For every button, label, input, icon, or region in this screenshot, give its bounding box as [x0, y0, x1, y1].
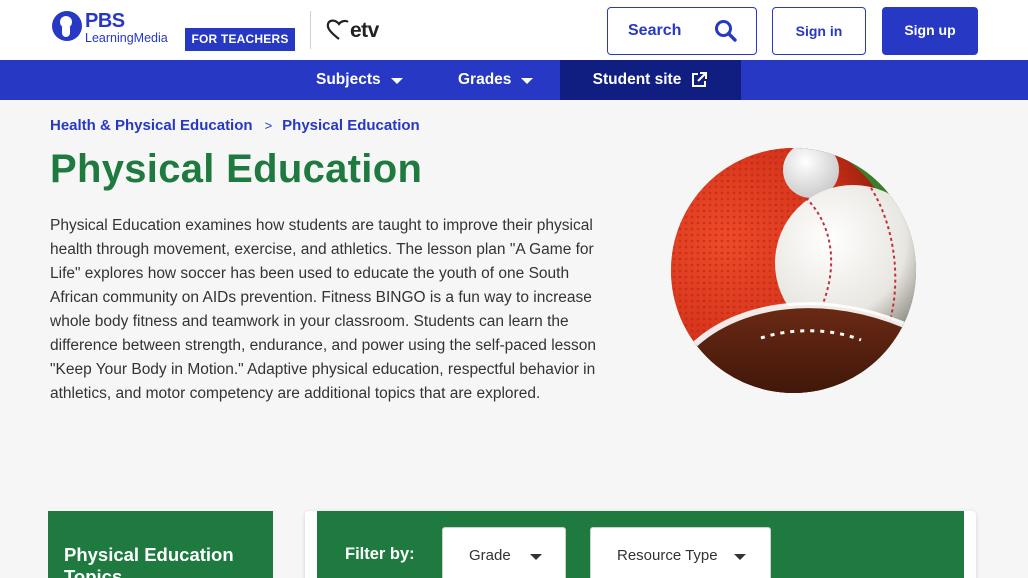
nav-grades[interactable]: Grades — [458, 60, 534, 100]
page-description: Physical Education examines how students… — [50, 217, 597, 402]
logo-subtitle: LearningMedia — [85, 31, 168, 45]
nav-subjects-label: Subjects — [316, 71, 381, 88]
site-header: PBS LearningMedia FOR TEACHERS etv Searc… — [0, 0, 1028, 60]
nav-student-site-label: Student site — [592, 71, 682, 88]
breadcrumb-link-health[interactable]: Health & Physical Education — [50, 117, 253, 134]
resource-type-filter-select[interactable]: Resource Type — [590, 527, 771, 578]
caret-down-icon — [390, 78, 403, 84]
nav-subjects[interactable]: Subjects — [316, 60, 403, 100]
search-icon — [715, 20, 737, 42]
topics-card: Physical Education Topics — [48, 511, 273, 578]
search-label: Search — [628, 22, 682, 39]
nav-grades-label: Grades — [458, 71, 512, 88]
filter-panel: Filter by: Grade Resource Type — [305, 511, 976, 578]
sign-in-button[interactable]: Sign in — [772, 7, 866, 55]
pbs-learningmedia-logo[interactable]: PBS LearningMedia — [52, 11, 168, 45]
breadcrumb-separator: > — [264, 118, 273, 133]
resource-type-filter-label: Resource Type — [617, 546, 718, 564]
nav-student-site[interactable]: Student site — [560, 60, 741, 100]
header-divider — [310, 11, 311, 49]
topics-title: Physical Education Topics — [64, 544, 234, 578]
chevron-down-icon — [734, 554, 746, 560]
breadcrumb-link-physical-education[interactable]: Physical Education — [282, 117, 420, 134]
sports-balls-image — [671, 148, 916, 393]
search-button[interactable]: Search — [607, 7, 757, 55]
logo-brand: PBS — [85, 10, 125, 32]
filter-label: Filter by: — [345, 545, 415, 563]
caret-down-icon — [521, 78, 534, 84]
pbs-head-icon — [52, 11, 82, 41]
for-teachers-badge: FOR TEACHERS — [185, 28, 295, 51]
page-title: Physical Education — [50, 147, 423, 191]
main-nav: Subjects Grades Student site — [0, 60, 1028, 100]
grade-filter-label: Grade — [469, 546, 511, 564]
sign-up-button[interactable]: Sign up — [882, 7, 978, 55]
etv-logo[interactable]: etv — [326, 17, 379, 43]
filter-bar: Filter by: Grade Resource Type — [317, 511, 964, 578]
external-link-icon — [692, 72, 708, 87]
chevron-down-icon — [530, 554, 542, 560]
etv-heart-icon — [326, 19, 349, 40]
breadcrumb: Health & Physical Education > Physical E… — [50, 117, 420, 134]
etv-wordmark: etv — [350, 19, 379, 42]
grade-filter-select[interactable]: Grade — [442, 527, 566, 578]
